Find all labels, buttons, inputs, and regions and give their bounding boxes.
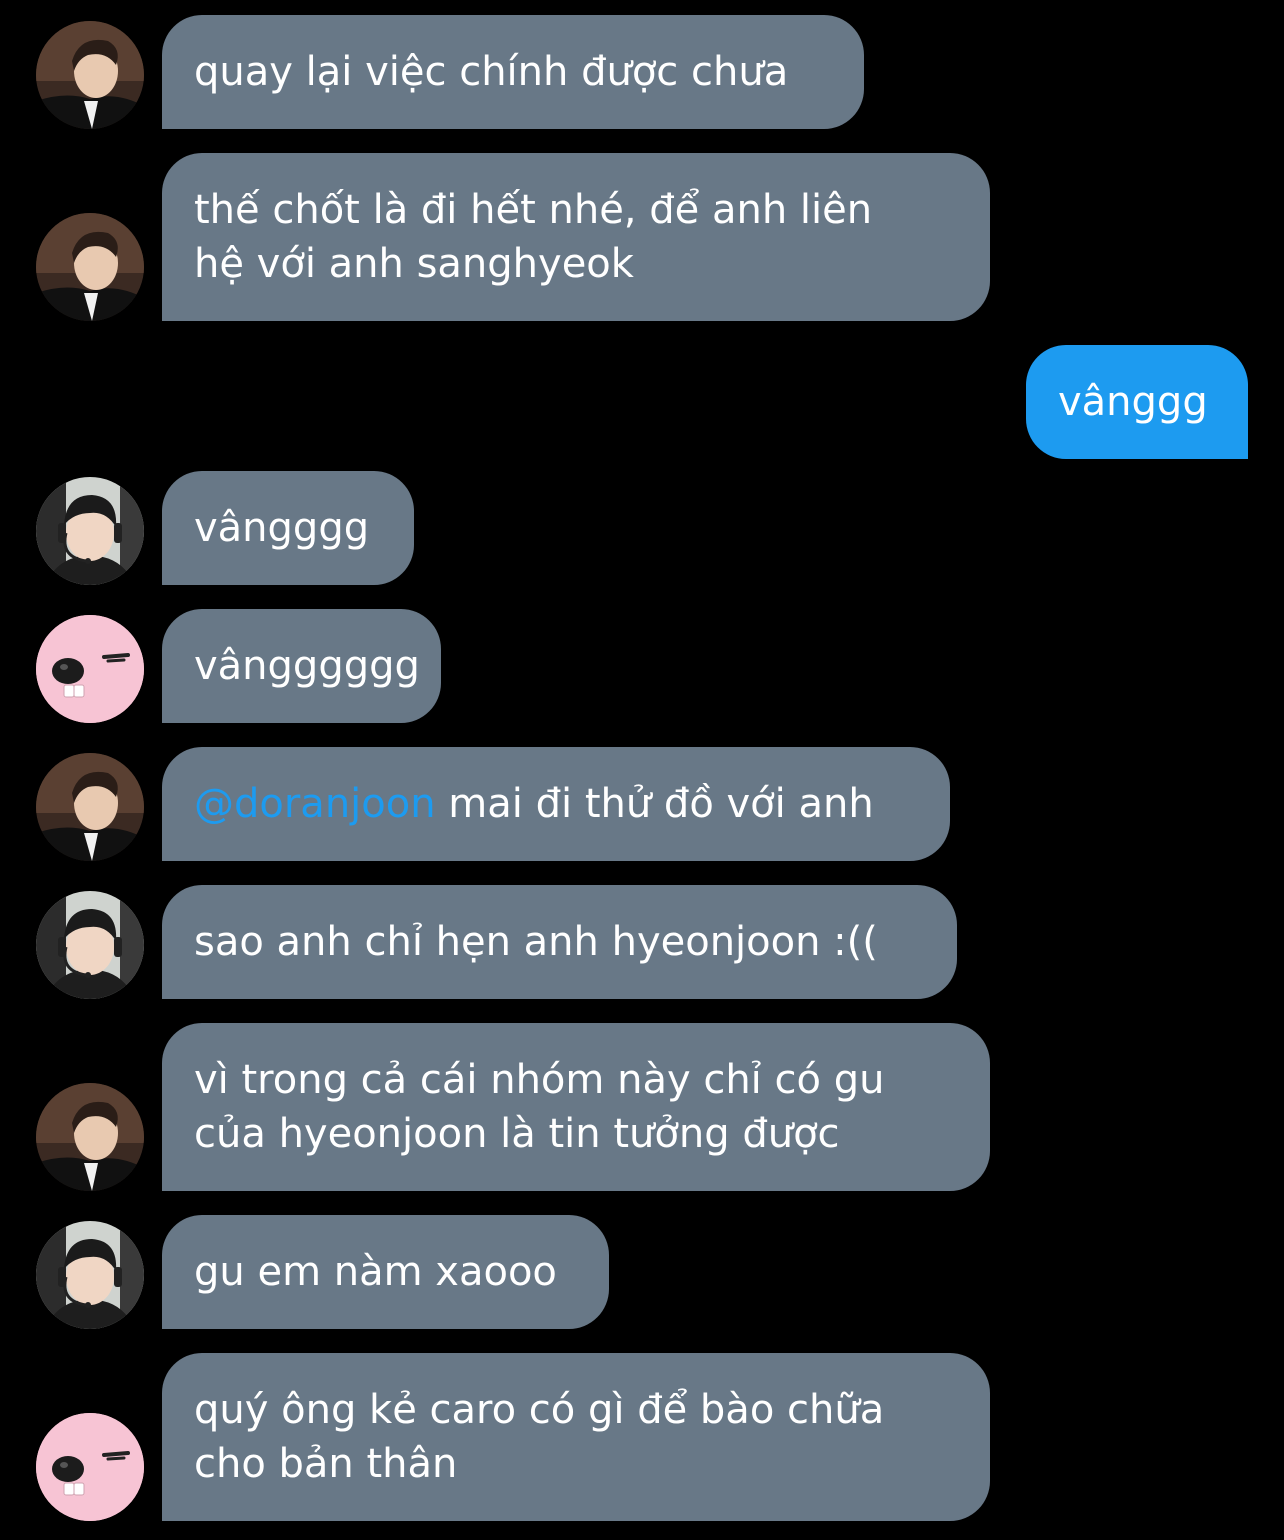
message-text-line: quý ông kẻ caro có gì để bào chữa [194,1387,885,1433]
message-bubble[interactable]: thế chốt là đi hết nhé, để anh liên hệ v… [162,153,990,321]
gamer-headset-avatar-icon[interactable] [36,1221,144,1329]
message-text-line: hệ với anh sanghyeok [194,241,634,287]
message-text-line: của hyeonjoon là tin tưởng được [194,1111,840,1157]
message-text: vânggg [1058,379,1208,425]
gamer-headset-avatar-icon[interactable] [36,477,144,585]
message-bubble[interactable]: gu em nàm xaooo [162,1215,609,1329]
pink-beaver-avatar-icon[interactable] [36,1413,144,1521]
message-bubble[interactable]: quay lại việc chính được chưa [162,15,864,129]
message-text-line: cho bản thân [194,1441,458,1487]
pink-beaver-avatar-icon[interactable] [36,615,144,723]
man-in-suit-avatar-icon[interactable] [36,1083,144,1191]
message-text-body: mai đi thử đồ với anh [435,781,874,827]
message-text: sao anh chỉ hẹn anh hyeonjoon :(( [194,919,878,965]
man-in-suit-avatar-icon[interactable] [36,753,144,861]
message-text: vângggg [194,505,370,551]
message-text: quay lại việc chính được chưa [194,49,789,95]
message-bubble[interactable]: @doranjoon mai đi thử đồ với anh [162,747,950,861]
message-bubble[interactable]: vì trong cả cái nhóm này chỉ có gu của h… [162,1023,990,1191]
man-in-suit-avatar-icon[interactable] [36,213,144,321]
message-text-line: thế chốt là đi hết nhé, để anh liên [194,187,873,233]
message-bubble[interactable]: quý ông kẻ caro có gì để bào chữa cho bả… [162,1353,990,1521]
message-text: vângggggg [194,643,420,689]
message-bubble[interactable]: vângggg [162,471,414,585]
message-text-line: vì trong cả cái nhóm này chỉ có gu [194,1057,885,1103]
message-bubble[interactable]: vângggggg [162,609,441,723]
message-bubble[interactable]: sao anh chỉ hẹn anh hyeonjoon :(( [162,885,957,999]
gamer-headset-avatar-icon[interactable] [36,891,144,999]
message-text: gu em nàm xaooo [194,1249,557,1295]
message-text: @doranjoon mai đi thử đồ với anh [194,777,874,831]
outgoing-message-bubble[interactable]: vânggg [1026,345,1248,459]
mention-link[interactable]: @doranjoon [194,781,436,827]
man-in-suit-avatar-icon[interactable] [36,21,144,129]
